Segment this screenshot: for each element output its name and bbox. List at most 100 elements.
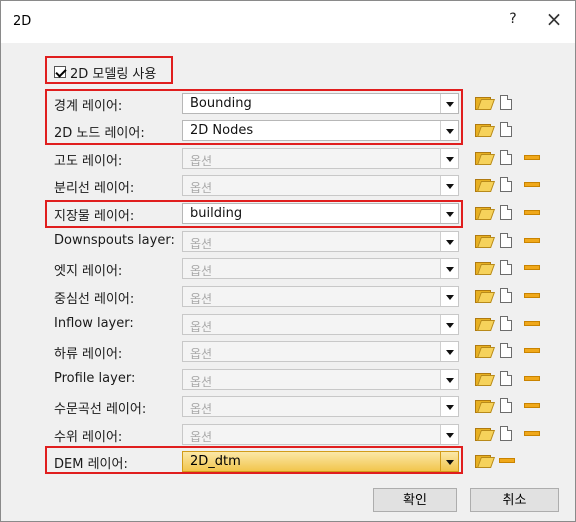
layer-combobox[interactable]: 옵션 (182, 258, 459, 279)
layer-row: 엣지 레이어: 옵션 (1, 257, 575, 279)
browse-icon[interactable] (475, 233, 491, 248)
dialog-window: 2D ? × 2D 모델링 사용 경계 레이어: Bounding 2D 노드 레이… (0, 0, 576, 522)
chevron-down-icon[interactable] (440, 176, 458, 195)
layer-combobox-value: 옵션 (190, 375, 213, 389)
chevron-down-icon[interactable] (440, 259, 458, 278)
layer-combobox[interactable]: 옵션 (182, 231, 459, 252)
chevron-down-icon[interactable] (440, 149, 458, 168)
clear-icon[interactable] (524, 403, 540, 408)
layer-label: Downspouts layer: (54, 233, 175, 248)
layer-row: 고도 레이어: 옵션 (1, 147, 575, 169)
layer-combobox-value: 옵션 (190, 430, 213, 444)
cancel-button[interactable]: 취소 (470, 488, 559, 512)
layer-combobox[interactable]: 옵션 (182, 314, 459, 335)
chevron-down-icon[interactable] (440, 287, 458, 306)
browse-icon[interactable] (475, 122, 491, 137)
layer-combobox[interactable]: 옵션 (182, 396, 459, 417)
new-layer-icon[interactable] (500, 233, 512, 248)
layer-combobox[interactable]: 옵션 (182, 424, 459, 445)
layer-combobox-value: 옵션 (190, 237, 213, 251)
window-title: 2D (13, 14, 32, 29)
new-layer-icon[interactable] (500, 205, 512, 220)
browse-icon[interactable] (475, 95, 491, 110)
layer-label: Inflow layer: (54, 316, 134, 331)
layer-label: 수문곡선 레이어: (54, 402, 147, 417)
layer-row: 중심선 레이어: 옵션 (1, 285, 575, 307)
browse-icon[interactable] (475, 371, 491, 386)
layer-row: Inflow layer: 옵션 (1, 313, 575, 335)
new-layer-icon[interactable] (500, 343, 512, 358)
clear-icon[interactable] (524, 238, 540, 243)
ok-button[interactable]: 확인 (373, 488, 457, 512)
layer-combobox[interactable]: 옵션 (182, 148, 459, 169)
layer-row: 분리선 레이어: 옵션 (1, 174, 575, 196)
browse-icon[interactable] (475, 316, 491, 331)
layer-row: Profile layer: 옵션 (1, 368, 575, 390)
chevron-down-icon[interactable] (440, 232, 458, 251)
layer-combobox-value: 옵션 (190, 154, 213, 168)
layer-combobox-value: 옵션 (190, 347, 213, 361)
layer-row: Downspouts layer: 옵션 (1, 230, 575, 252)
layer-label: 고도 레이어: (54, 154, 123, 169)
layer-row: 수문곡선 레이어: 옵션 (1, 395, 575, 417)
title-bar: 2D ? × (1, 1, 575, 43)
highlight-box-dem (45, 446, 463, 474)
layer-combobox[interactable]: 옵션 (182, 369, 459, 390)
clear-icon[interactable] (524, 321, 540, 326)
browse-icon[interactable] (475, 150, 491, 165)
layer-label: 분리선 레이어: (54, 181, 135, 196)
layer-label: 하류 레이어: (54, 347, 123, 362)
chevron-down-icon[interactable] (440, 425, 458, 444)
browse-icon[interactable] (475, 453, 491, 468)
clear-icon[interactable] (524, 348, 540, 353)
clear-icon[interactable] (524, 376, 540, 381)
browse-icon[interactable] (475, 398, 491, 413)
chevron-down-icon[interactable] (440, 315, 458, 334)
close-button[interactable]: × (542, 8, 566, 32)
clear-icon[interactable] (524, 182, 540, 187)
new-layer-icon[interactable] (500, 260, 512, 275)
layer-combobox-value: 옵션 (190, 320, 213, 334)
layer-combobox[interactable]: 옵션 (182, 286, 459, 307)
clear-icon[interactable] (524, 293, 540, 298)
new-layer-icon[interactable] (500, 288, 512, 303)
new-layer-icon[interactable] (500, 95, 512, 110)
layer-combobox-value: 옵션 (190, 292, 213, 306)
browse-icon[interactable] (475, 177, 491, 192)
browse-icon[interactable] (475, 205, 491, 220)
layer-combobox-value: 옵션 (190, 264, 213, 278)
layer-combobox[interactable]: 옵션 (182, 175, 459, 196)
browse-icon[interactable] (475, 288, 491, 303)
help-button[interactable]: ? (503, 11, 523, 31)
clear-icon[interactable] (524, 431, 540, 436)
browse-icon[interactable] (475, 426, 491, 441)
layer-label: 중심선 레이어: (54, 292, 135, 307)
chevron-down-icon[interactable] (440, 342, 458, 361)
chevron-down-icon[interactable] (440, 370, 458, 389)
new-layer-icon[interactable] (500, 398, 512, 413)
highlight-box-2d-modeling (45, 56, 173, 84)
layer-row: 수위 레이어: 옵션 (1, 423, 575, 445)
browse-icon[interactable] (475, 260, 491, 275)
new-layer-icon[interactable] (500, 316, 512, 331)
chevron-down-icon[interactable] (440, 397, 458, 416)
clear-icon[interactable] (524, 155, 540, 160)
highlight-box-boundary-nodes (45, 89, 463, 145)
new-layer-icon[interactable] (500, 426, 512, 441)
new-layer-icon[interactable] (500, 177, 512, 192)
clear-icon[interactable] (499, 458, 515, 463)
clear-icon[interactable] (524, 265, 540, 270)
layer-label: 엣지 레이어: (54, 264, 123, 279)
layer-label: 수위 레이어: (54, 430, 123, 445)
layer-combobox[interactable]: 옵션 (182, 341, 459, 362)
new-layer-icon[interactable] (500, 122, 512, 137)
new-layer-icon[interactable] (500, 371, 512, 386)
new-layer-icon[interactable] (500, 150, 512, 165)
highlight-box-obstruction (45, 200, 463, 228)
layer-row: 하류 레이어: 옵션 (1, 340, 575, 362)
layer-combobox-value: 옵션 (190, 181, 213, 195)
clear-icon[interactable] (524, 210, 540, 215)
layer-combobox-value: 옵션 (190, 402, 213, 416)
browse-icon[interactable] (475, 343, 491, 358)
layer-label: Profile layer: (54, 371, 136, 386)
